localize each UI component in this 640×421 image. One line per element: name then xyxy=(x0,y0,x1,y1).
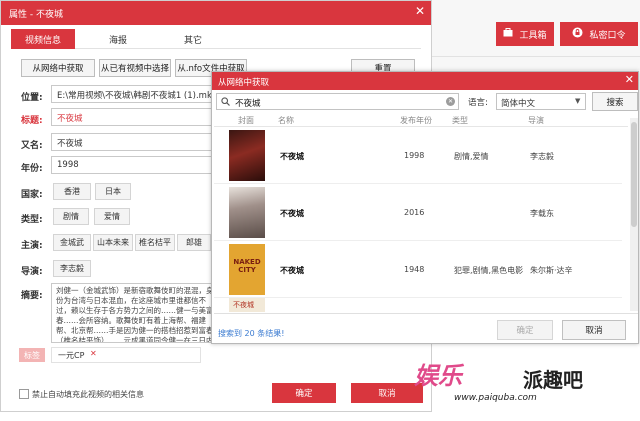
tab-other[interactable]: 其它 xyxy=(161,29,225,49)
genre-label: 类型: xyxy=(21,215,43,225)
column-header-director: 导演 xyxy=(528,116,544,125)
tab-video-info[interactable]: 视频信息 xyxy=(11,29,75,49)
close-icon[interactable]: ✕ xyxy=(625,73,634,86)
column-header-year: 发布年份 xyxy=(400,116,432,125)
search-button[interactable]: 搜索 xyxy=(592,92,638,111)
poster-text: NAKED CITY xyxy=(233,258,261,274)
language-label: 语言: xyxy=(468,98,488,108)
scrollbar-thumb[interactable] xyxy=(631,122,637,227)
private-label: 私密口令 xyxy=(589,30,626,41)
result-name: 不夜城 xyxy=(280,209,304,218)
tags-label: 标签 xyxy=(19,348,45,362)
watermark-url: www.paiquba.com xyxy=(454,393,537,403)
result-director: 李载东 xyxy=(530,209,554,218)
watermark-brand: 派趣吧 xyxy=(523,368,583,392)
result-director: 朱尔斯·达辛 xyxy=(530,266,573,275)
location-label: 位置: xyxy=(21,93,43,103)
genre-tag[interactable]: 爱情 xyxy=(94,208,130,225)
result-genre: 犯罪,剧情,黑色电影 xyxy=(454,266,524,275)
search-value: 不夜城 xyxy=(235,99,261,109)
disable-autofill-label: 禁止自动填充此视频的相关信息 xyxy=(32,390,144,399)
dialog-title: 属性 - 不夜城 xyxy=(1,1,431,25)
result-year: 1998 xyxy=(404,151,425,160)
director-label: 导演: xyxy=(21,267,43,277)
watermark-logo: 娱乐 xyxy=(414,362,462,390)
title-label: 标题: xyxy=(21,116,43,126)
cover-image: 不夜城 xyxy=(229,298,265,312)
ok-button[interactable]: 确定 xyxy=(272,383,336,403)
tags-input[interactable]: 一元CP ✕ xyxy=(51,347,201,363)
divider xyxy=(214,313,638,314)
column-header-cover: 封面 xyxy=(238,116,254,125)
cover-image: NAKED CITY xyxy=(229,244,265,295)
poster-text: 不夜城 xyxy=(233,301,254,309)
genre-tag[interactable]: 剧情 xyxy=(53,208,89,225)
language-select[interactable]: 简体中文 ▼ xyxy=(496,93,586,110)
column-header-genre: 类型 xyxy=(452,116,468,125)
tag-chip-text: 一元CP xyxy=(58,351,85,360)
table-row[interactable]: NAKED CITY 不夜城 1948 犯罪,剧情,黑色电影 朱尔斯·达辛 xyxy=(214,241,622,298)
column-header-name: 名称 xyxy=(278,116,294,125)
divider xyxy=(432,56,640,57)
result-name: 不夜城 xyxy=(280,152,304,161)
result-genre: 剧情,爱情 xyxy=(454,152,489,161)
country-tag[interactable]: 日本 xyxy=(95,183,131,200)
cast-tag[interactable]: 郎雄 xyxy=(177,234,211,251)
clear-search-icon[interactable]: ✕ xyxy=(446,97,455,106)
cast-tag[interactable]: 山本未来 xyxy=(93,234,133,251)
result-year: 2016 xyxy=(404,208,425,217)
disable-autofill-checkbox[interactable] xyxy=(19,389,29,399)
cast-label: 主演: xyxy=(21,241,43,251)
result-name: 不夜城 xyxy=(280,266,304,275)
result-year: 1948 xyxy=(404,265,425,274)
chevron-down-icon: ▼ xyxy=(575,97,581,105)
cover-image xyxy=(229,130,265,181)
cast-tag[interactable]: 椎名桔平 xyxy=(135,234,175,251)
fetch-online-button[interactable]: 从网络中获取 xyxy=(21,59,95,77)
briefcase-icon xyxy=(503,28,513,40)
synopsis-textarea[interactable]: 刘健一（金城武饰）是新宿歌舞伎町的混混，身份为台湾与日本混血，在这座城市里谁都信… xyxy=(51,283,221,343)
fetch-online-dialog: 从网络中获取 ✕ 不夜城 ✕ 语言: 简体中文 ▼ 搜索 封面 名称 发布年份 … xyxy=(211,71,639,344)
table-row[interactable]: 不夜城 2016 李载东 xyxy=(214,184,622,241)
cancel-button[interactable]: 取消 xyxy=(562,320,626,340)
ok-button[interactable]: 确定 xyxy=(497,320,553,340)
toolbox-button[interactable]: 工具箱 xyxy=(496,22,554,46)
private-password-button[interactable]: 私密口令 xyxy=(560,22,638,46)
remove-tag-icon[interactable]: ✕ xyxy=(90,349,97,358)
close-icon[interactable]: ✕ xyxy=(415,4,425,18)
cover-image xyxy=(229,187,265,238)
country-label: 国家: xyxy=(21,190,43,200)
tab-poster[interactable]: 海报 xyxy=(83,29,153,49)
scrollbar[interactable] xyxy=(630,118,638,311)
synopsis-label: 摘要: xyxy=(21,291,43,301)
table-row[interactable]: 不夜城 xyxy=(214,298,622,312)
search-icon xyxy=(221,97,230,109)
result-count: 搜索到 20 条结果! xyxy=(218,329,285,338)
table-row[interactable]: 不夜城 1998 剧情,爱情 李志毅 xyxy=(214,127,622,184)
lock-icon xyxy=(572,27,583,41)
toolbox-label: 工具箱 xyxy=(519,30,547,41)
dialog-title: 从网络中获取 xyxy=(212,72,638,90)
result-director: 李志毅 xyxy=(530,152,554,161)
search-input[interactable]: 不夜城 ✕ xyxy=(216,93,459,110)
choose-existing-button[interactable]: 从已有视频中选择 xyxy=(99,59,171,77)
tab-bar: 视频信息 海报 其它 xyxy=(11,29,421,49)
director-tag[interactable]: 李志毅 xyxy=(53,260,91,277)
country-tag[interactable]: 香港 xyxy=(53,183,91,200)
alias-label: 又名: xyxy=(21,141,43,151)
year-label: 年份: xyxy=(21,164,43,174)
language-value: 简体中文 xyxy=(501,99,536,109)
cancel-button[interactable]: 取消 xyxy=(351,383,423,403)
cast-tag[interactable]: 金城武 xyxy=(53,234,91,251)
